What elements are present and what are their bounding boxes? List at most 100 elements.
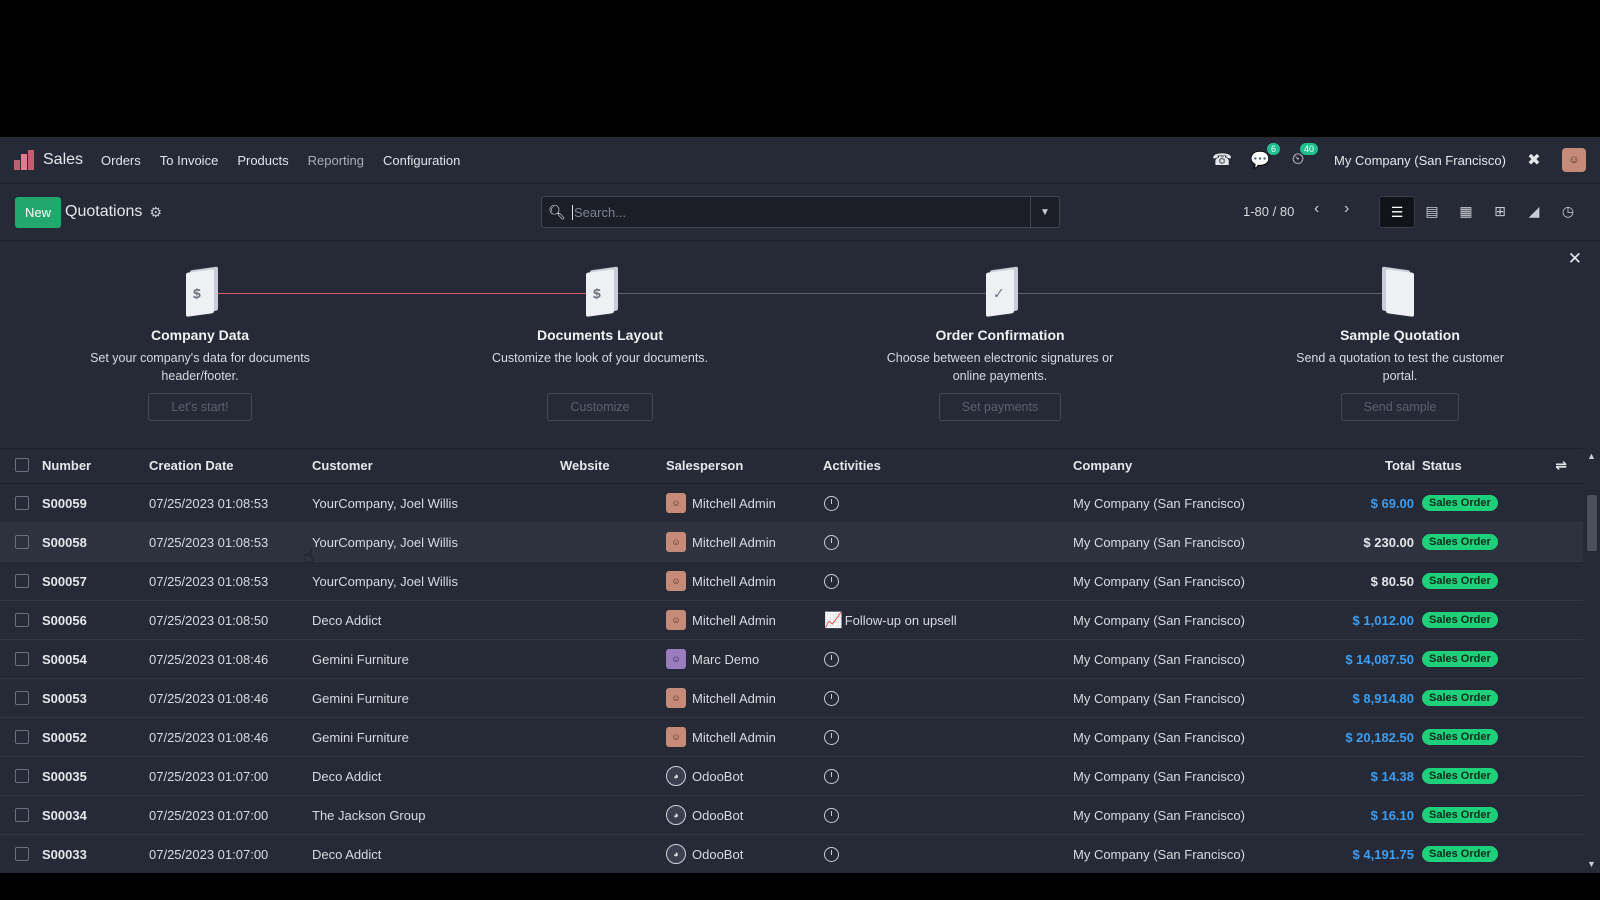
list-view-icon[interactable]: ☰ bbox=[1379, 196, 1415, 228]
salesperson-avatar: ◕ bbox=[666, 844, 686, 864]
activity-clock-icon[interactable] bbox=[824, 846, 839, 862]
menu-orders[interactable]: Orders bbox=[101, 153, 141, 168]
pager-value[interactable]: 1-80 / 80 bbox=[1243, 204, 1294, 219]
pager-next-icon[interactable]: › bbox=[1344, 200, 1349, 218]
salesperson: ☺ Marc Demo bbox=[666, 640, 759, 678]
activity-clock-icon[interactable] bbox=[824, 573, 839, 589]
scroll-down-icon[interactable]: ▼ bbox=[1587, 859, 1596, 869]
optional-columns-icon[interactable]: ⇌ bbox=[1555, 457, 1567, 474]
scroll-thumb[interactable] bbox=[1587, 495, 1597, 551]
row-checkbox[interactable] bbox=[15, 484, 29, 522]
column-salesperson[interactable]: Salesperson bbox=[666, 447, 743, 483]
salesperson: ◕ OdooBot bbox=[666, 835, 743, 873]
salesperson-name: OdooBot bbox=[692, 807, 744, 823]
menu-products[interactable]: Products bbox=[237, 153, 288, 168]
order-total: $ 69.00 bbox=[1370, 495, 1414, 511]
calendar-view-icon[interactable]: ▦ bbox=[1449, 196, 1483, 226]
user-avatar[interactable]: ☺ bbox=[1562, 148, 1586, 172]
menu-configuration[interactable]: Configuration bbox=[383, 153, 460, 168]
search-input[interactable]: Search... bbox=[572, 204, 626, 220]
salesperson: ◕ OdooBot bbox=[666, 796, 743, 834]
phone-icon[interactable]: ☎ bbox=[1212, 150, 1232, 170]
status-cell: Sales Order bbox=[1422, 679, 1498, 717]
row-checkbox[interactable] bbox=[15, 757, 29, 795]
status-badge: Sales Order bbox=[1422, 612, 1498, 628]
activity-clock-icon[interactable] bbox=[824, 495, 839, 511]
select-all-checkbox[interactable] bbox=[15, 447, 29, 483]
table-scrollbar[interactable]: ▲ ▼ bbox=[1583, 447, 1600, 873]
activity-clock-icon[interactable] bbox=[824, 651, 839, 667]
order-total: $ 14.38 bbox=[1370, 768, 1414, 784]
company-name: My Company (San Francisco) bbox=[1073, 729, 1245, 745]
table-row[interactable]: S00054 07/25/2023 01:08:46 Gemini Furnit… bbox=[0, 640, 1583, 679]
column-number[interactable]: Number bbox=[42, 447, 91, 483]
salesperson-avatar: ☺ bbox=[666, 571, 686, 591]
status-cell: Sales Order bbox=[1422, 523, 1498, 561]
customize-button[interactable]: Customize bbox=[547, 393, 653, 421]
app-brand[interactable]: Sales bbox=[14, 150, 101, 170]
activity-summary[interactable]: Follow-up on upsell bbox=[845, 613, 957, 628]
column-total[interactable]: Total bbox=[1385, 447, 1415, 483]
row-checkbox[interactable] bbox=[15, 562, 29, 600]
table-row[interactable]: S00059 07/25/2023 01:08:53 YourCompany, … bbox=[0, 484, 1583, 523]
lets-start-button[interactable]: Let's start! bbox=[148, 393, 252, 421]
activity-view-icon[interactable]: ◷ bbox=[1551, 196, 1585, 226]
kanban-view-icon[interactable]: ▤ bbox=[1415, 196, 1449, 226]
column-activities[interactable]: Activities bbox=[823, 447, 881, 483]
table-row[interactable]: S00057 07/25/2023 01:08:53 YourCompany, … bbox=[0, 562, 1583, 601]
table-row[interactable]: S00056 07/25/2023 01:08:50 Deco Addict ☺… bbox=[0, 601, 1583, 640]
row-checkbox[interactable] bbox=[15, 718, 29, 756]
column-company[interactable]: Company bbox=[1073, 447, 1132, 483]
column-customer[interactable]: Customer bbox=[312, 447, 373, 483]
column-status[interactable]: Status bbox=[1422, 447, 1462, 483]
creation-date: 07/25/2023 01:07:00 bbox=[149, 768, 269, 784]
chat-icon[interactable]: 💬 6 bbox=[1250, 143, 1281, 170]
control-panel: New Quotations ⚙ 🔍︎ Search... ▼ 1-80 / 8… bbox=[0, 184, 1600, 241]
pivot-view-icon[interactable]: ⊞ bbox=[1483, 196, 1517, 226]
row-checkbox[interactable] bbox=[15, 523, 29, 561]
new-button[interactable]: New bbox=[15, 196, 62, 228]
status-badge: Sales Order bbox=[1422, 846, 1498, 862]
set-payments-button[interactable]: Set payments bbox=[938, 393, 1062, 421]
activity-clock-icon[interactable] bbox=[824, 807, 839, 823]
menu-reporting[interactable]: Reporting bbox=[308, 153, 364, 168]
table-row[interactable]: S00034 07/25/2023 01:07:00 The Jackson G… bbox=[0, 796, 1583, 835]
status-badge: Sales Order bbox=[1422, 495, 1498, 511]
status-badge: Sales Order bbox=[1422, 534, 1498, 550]
scroll-up-icon[interactable]: ▲ bbox=[1587, 451, 1596, 461]
step-title: Company Data bbox=[150, 327, 250, 343]
activity-clock-icon[interactable] bbox=[824, 768, 839, 784]
activity-clock-icon[interactable] bbox=[824, 534, 839, 550]
debug-tools-icon[interactable]: ✖ bbox=[1524, 150, 1544, 170]
table-row[interactable]: S00058 07/25/2023 01:08:53 YourCompany, … bbox=[0, 523, 1583, 562]
row-checkbox[interactable] bbox=[15, 796, 29, 834]
gear-icon[interactable]: ⚙ bbox=[149, 204, 162, 221]
activity-clock-icon[interactable] bbox=[824, 690, 839, 706]
column-creation-date[interactable]: Creation Date bbox=[149, 447, 234, 483]
step-title: Order Confirmation bbox=[935, 327, 1065, 343]
table-row[interactable]: S00033 07/25/2023 01:07:00 Deco Addict ◕… bbox=[0, 835, 1583, 873]
row-checkbox[interactable] bbox=[15, 835, 29, 873]
activity-clock-icon[interactable] bbox=[824, 729, 839, 745]
close-icon[interactable]: ✕ bbox=[1568, 249, 1582, 269]
send-sample-button[interactable]: Send sample bbox=[1340, 393, 1460, 421]
table-row[interactable]: S00035 07/25/2023 01:07:00 Deco Addict ◕… bbox=[0, 757, 1583, 796]
company-name: My Company (San Francisco) bbox=[1073, 768, 1245, 784]
row-checkbox[interactable] bbox=[15, 601, 29, 639]
column-website[interactable]: Website bbox=[560, 447, 610, 483]
company-name: My Company (San Francisco) bbox=[1073, 495, 1245, 511]
company-switcher[interactable]: My Company (San Francisco) bbox=[1334, 153, 1506, 168]
navbar-systray: ☎ 💬 6 ⏲ 40 My Company (San Francisco) ✖ ☺ bbox=[1212, 143, 1586, 172]
row-checkbox[interactable] bbox=[15, 679, 29, 717]
table-row[interactable]: S00052 07/25/2023 01:08:46 Gemini Furnit… bbox=[0, 718, 1583, 757]
graph-view-icon[interactable]: ◢ bbox=[1517, 196, 1551, 226]
app-name[interactable]: Sales bbox=[43, 151, 83, 169]
table-row[interactable]: S00053 07/25/2023 01:08:46 Gemini Furnit… bbox=[0, 679, 1583, 718]
creation-date: 07/25/2023 01:08:46 bbox=[149, 690, 269, 706]
salesperson: ☺ Mitchell Admin bbox=[666, 562, 776, 600]
row-checkbox[interactable] bbox=[15, 640, 29, 678]
search-options-toggle[interactable]: ▼ bbox=[1030, 197, 1059, 227]
activity-clock-icon[interactable]: ⏲ 40 bbox=[1288, 143, 1319, 170]
menu-to-invoice[interactable]: To Invoice bbox=[160, 153, 219, 168]
pager-previous-icon[interactable]: ‹ bbox=[1314, 200, 1319, 218]
